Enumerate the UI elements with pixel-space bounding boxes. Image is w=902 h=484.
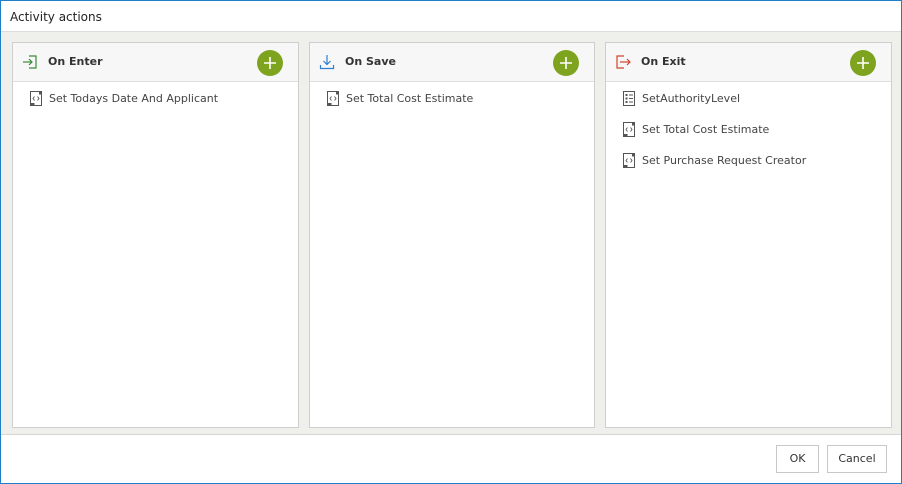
add-on-enter-action-button[interactable] bbox=[257, 50, 283, 76]
plus-icon bbox=[264, 57, 276, 69]
panel-on-save: On Save Set Total Cost Estimate bbox=[309, 42, 595, 428]
panel-title: On Save bbox=[345, 55, 396, 68]
ok-button-label: OK bbox=[789, 452, 806, 465]
action-item-label: SetAuthorityLevel bbox=[642, 92, 741, 105]
dialog-titlebar: Activity actions bbox=[1, 1, 901, 32]
script-icon bbox=[325, 90, 341, 107]
rules-list-icon bbox=[621, 90, 637, 107]
plus-icon bbox=[857, 57, 869, 69]
activity-actions-dialog: Activity actions On Enter Set Todays Dat… bbox=[0, 0, 902, 484]
on-enter-action-list: Set Todays Date And Applicant bbox=[13, 83, 298, 114]
action-item-label: Set Total Cost Estimate bbox=[346, 92, 474, 105]
action-item-label: Set Todays Date And Applicant bbox=[49, 92, 219, 105]
add-on-save-action-button[interactable] bbox=[553, 50, 579, 76]
panel-on-enter: On Enter Set Todays Date And Applicant bbox=[12, 42, 299, 428]
script-icon bbox=[28, 90, 44, 107]
plus-icon bbox=[560, 57, 572, 69]
action-item[interactable]: Set Todays Date And Applicant bbox=[13, 83, 298, 114]
panel-title: On Exit bbox=[641, 55, 686, 68]
cancel-button[interactable]: Cancel bbox=[827, 445, 887, 473]
panel-on-exit: On Exit SetAuthorityLevel Set Total Cost… bbox=[605, 42, 892, 428]
enter-icon bbox=[22, 54, 38, 70]
action-item[interactable]: Set Purchase Request Creator bbox=[606, 145, 891, 176]
panel-title: On Enter bbox=[48, 55, 103, 68]
dialog-title: Activity actions bbox=[10, 10, 102, 24]
add-on-exit-action-button[interactable] bbox=[850, 50, 876, 76]
panel-header-on-save: On Save bbox=[310, 43, 594, 82]
script-icon bbox=[621, 152, 637, 169]
script-icon bbox=[621, 121, 637, 138]
ok-button[interactable]: OK bbox=[776, 445, 819, 473]
on-save-action-list: Set Total Cost Estimate bbox=[310, 83, 594, 114]
panel-header-on-exit: On Exit bbox=[606, 43, 891, 82]
panel-header-on-enter: On Enter bbox=[13, 43, 298, 82]
action-item[interactable]: SetAuthorityLevel bbox=[606, 83, 891, 114]
dialog-content: On Enter Set Todays Date And Applicant O… bbox=[1, 32, 901, 435]
action-item[interactable]: Set Total Cost Estimate bbox=[606, 114, 891, 145]
cancel-button-label: Cancel bbox=[838, 452, 876, 465]
exit-icon bbox=[615, 54, 631, 70]
on-exit-action-list: SetAuthorityLevel Set Total Cost Estimat… bbox=[606, 83, 891, 176]
action-item-label: Set Purchase Request Creator bbox=[642, 154, 807, 167]
action-item-label: Set Total Cost Estimate bbox=[642, 123, 770, 136]
action-item[interactable]: Set Total Cost Estimate bbox=[310, 83, 594, 114]
save-download-icon bbox=[319, 54, 335, 70]
